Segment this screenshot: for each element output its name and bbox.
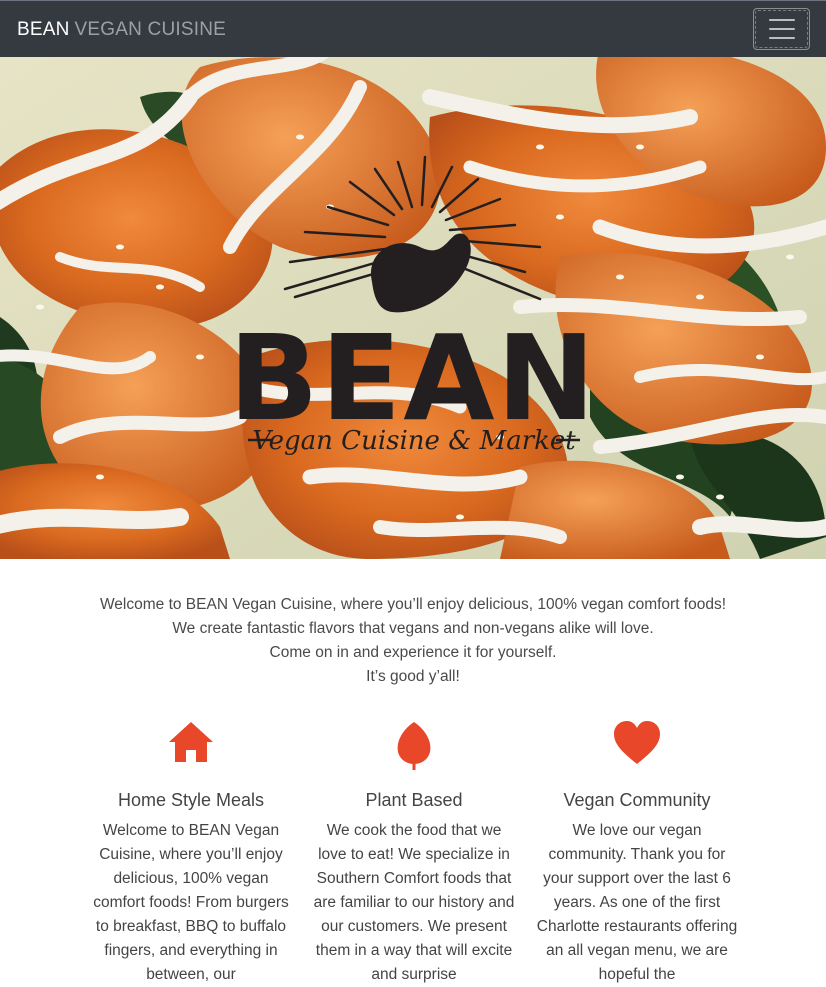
hero-image: BEAN Vegan Cuisine & Market [0,57,826,559]
intro-line: Come on in and experience it for yoursel… [269,644,557,661]
hamburger-icon-line [768,37,795,39]
hero-banner: BEAN Vegan Cuisine & Market [0,57,826,559]
feature-title: Home Style Meals [117,790,265,810]
intro-line: We create fantastic flavors that vegans … [172,620,654,637]
brand-name: BEAN [17,18,70,40]
home-icon [80,720,302,772]
feature-text: We cook the food that we love to eat! We… [313,822,515,983]
feature-title: Vegan Community [563,790,711,810]
intro-text: Welcome to BEAN Vegan Cuisine, where you… [0,593,826,689]
feature-title: Plant Based [365,790,463,810]
feature-text: Welcome to BEAN Vegan Cuisine, where you… [93,822,289,983]
brand-subtitle: VEGAN CUISINE [74,18,227,40]
navbar: BEAN VEGAN CUISINE [0,0,826,57]
logo-tagline: Vegan Cuisine & Market [252,426,576,456]
intro-line: Welcome to BEAN Vegan Cuisine, where you… [99,596,727,613]
leaf-icon [303,720,525,772]
intro-line: It’s good y’all! [366,668,460,685]
feature-text: We love our vegan community. Thank you f… [536,822,738,983]
brand-link[interactable]: BEAN VEGAN CUISINE [17,20,226,39]
hamburger-icon-line [768,28,795,30]
hamburger-icon [768,19,795,21]
menu-toggle-button[interactable] [753,8,810,50]
features-row: Home Style Meals Welcome to BEAN Vegan C… [80,720,748,987]
heart-icon [526,720,748,772]
feature-plant-based: Plant Based We cook the food that we lov… [303,720,525,987]
feature-home-style-meals: Home Style Meals Welcome to BEAN Vegan C… [80,720,302,987]
feature-vegan-community: Vegan Community We love our vegan commun… [526,720,748,987]
